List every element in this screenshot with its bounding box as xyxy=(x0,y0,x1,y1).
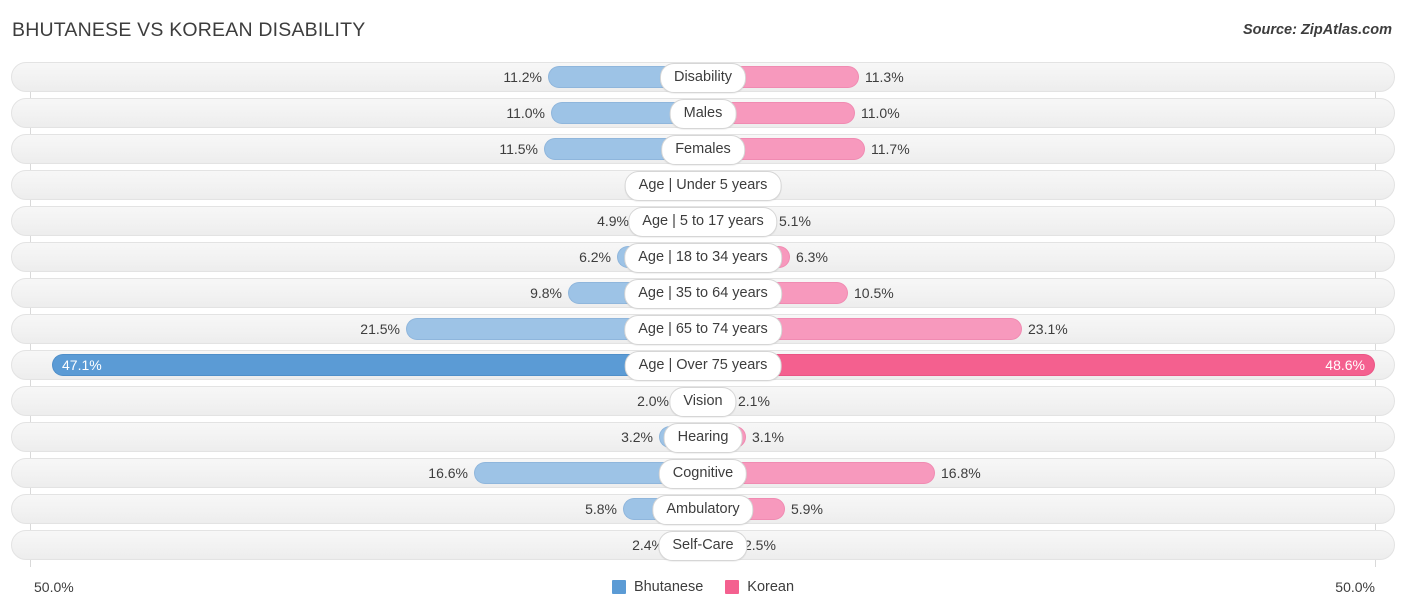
value-label-korean: 11.0% xyxy=(861,98,900,128)
legend-item: Korean xyxy=(725,579,794,595)
legend-swatch-icon xyxy=(725,580,739,594)
bar-row: 47.1% 48.6% Age | Over 75 years xyxy=(0,350,1406,380)
bar-row: 11.2% 11.3% Disability xyxy=(0,62,1406,92)
bar-korean xyxy=(703,354,1375,376)
chart-page: BHUTANESE VS KOREAN DISABILITY Source: Z… xyxy=(0,0,1406,612)
source-attribution: Source: ZipAtlas.com xyxy=(1243,22,1392,38)
legend-swatch-icon xyxy=(612,580,626,594)
value-label-korean: 16.8% xyxy=(941,458,981,488)
category-label: Disability xyxy=(660,63,746,93)
bar-row: 1.2%1.2%Age | Under 5 years xyxy=(0,170,1406,200)
category-label: Ambulatory xyxy=(652,495,753,525)
bar-row: 2.0% 2.1%Vision xyxy=(0,386,1406,416)
value-label-bhutanese: 4.9% xyxy=(597,206,629,236)
value-label-korean: 5.1% xyxy=(779,206,811,236)
bar-row: 6.2% 6.3% Age | 18 to 34 years xyxy=(0,242,1406,272)
bar-row: 11.5% 11.7% Females xyxy=(0,134,1406,164)
value-label-bhutanese: 3.2% xyxy=(621,422,653,452)
bar-row: 2.4%2.5%Self-Care xyxy=(0,530,1406,560)
bar-row: 16.6% 16.8% Cognitive xyxy=(0,458,1406,488)
chart-header: BHUTANESE VS KOREAN DISABILITY Source: Z… xyxy=(0,0,1406,60)
value-label-bhutanese: 9.8% xyxy=(530,278,562,308)
category-label: Hearing xyxy=(664,423,743,453)
category-label: Age | Over 75 years xyxy=(625,351,782,381)
bar-rows: 11.2% 11.3% Disability 11.0% 11.0% Males 11.5%… xyxy=(0,62,1406,566)
chart-footer: 50.0% 50.0% BhutaneseKorean xyxy=(0,567,1406,612)
value-label-bhutanese: 47.1% xyxy=(62,350,102,380)
category-label: Self-Care xyxy=(658,531,747,561)
value-label-korean: 11.7% xyxy=(871,134,910,164)
bar-row: 5.8% 5.9% Ambulatory xyxy=(0,494,1406,524)
bar-row: 4.9% 5.1%Age | 5 to 17 years xyxy=(0,206,1406,236)
value-label-korean: 10.5% xyxy=(854,278,894,308)
value-label-korean: 6.3% xyxy=(796,242,828,272)
bar-row: 9.8% 10.5% Age | 35 to 64 years xyxy=(0,278,1406,308)
value-label-bhutanese: 11.2% xyxy=(503,62,542,92)
value-label-bhutanese: 11.5% xyxy=(499,134,538,164)
value-label-korean: 23.1% xyxy=(1028,314,1068,344)
value-label-korean: 2.1% xyxy=(738,386,770,416)
bar-row: 21.5% 23.1% Age | 65 to 74 years xyxy=(0,314,1406,344)
legend-label: Korean xyxy=(747,579,794,595)
chart-legend: Bhutanese Korean xyxy=(0,579,1406,595)
category-label: Age | Under 5 years xyxy=(625,171,782,201)
category-label: Age | 65 to 74 years xyxy=(624,315,782,345)
page-title: BHUTANESE VS KOREAN DISABILITY xyxy=(12,19,365,42)
value-label-korean: 11.3% xyxy=(865,62,904,92)
legend-label: Bhutanese xyxy=(634,579,703,595)
chart-plot-area: 11.2% 11.3% Disability 11.0% 11.0% Males 11.5%… xyxy=(0,62,1406,567)
bar-row: 3.2% 3.1% Hearing xyxy=(0,422,1406,452)
category-label: Cognitive xyxy=(659,459,747,489)
value-label-korean: 5.9% xyxy=(791,494,823,524)
category-label: Age | 35 to 64 years xyxy=(624,279,782,309)
value-label-bhutanese: 21.5% xyxy=(360,314,400,344)
value-label-bhutanese: 2.0% xyxy=(637,386,669,416)
value-label-bhutanese: 5.8% xyxy=(585,494,617,524)
value-label-korean: 48.6% xyxy=(1325,350,1365,380)
category-label: Vision xyxy=(669,387,736,417)
legend-item: Bhutanese xyxy=(612,579,703,595)
value-label-bhutanese: 16.6% xyxy=(428,458,468,488)
category-label: Age | 18 to 34 years xyxy=(624,243,782,273)
category-label: Age | 5 to 17 years xyxy=(628,207,777,237)
value-label-bhutanese: 6.2% xyxy=(579,242,611,272)
bar-bhutanese xyxy=(52,354,703,376)
value-label-korean: 2.5% xyxy=(744,530,776,560)
category-label: Males xyxy=(670,99,737,129)
bar-row: 11.0% 11.0% Males xyxy=(0,98,1406,128)
value-label-bhutanese: 11.0% xyxy=(506,98,545,128)
value-label-korean: 3.1% xyxy=(752,422,784,452)
category-label: Females xyxy=(661,135,745,165)
